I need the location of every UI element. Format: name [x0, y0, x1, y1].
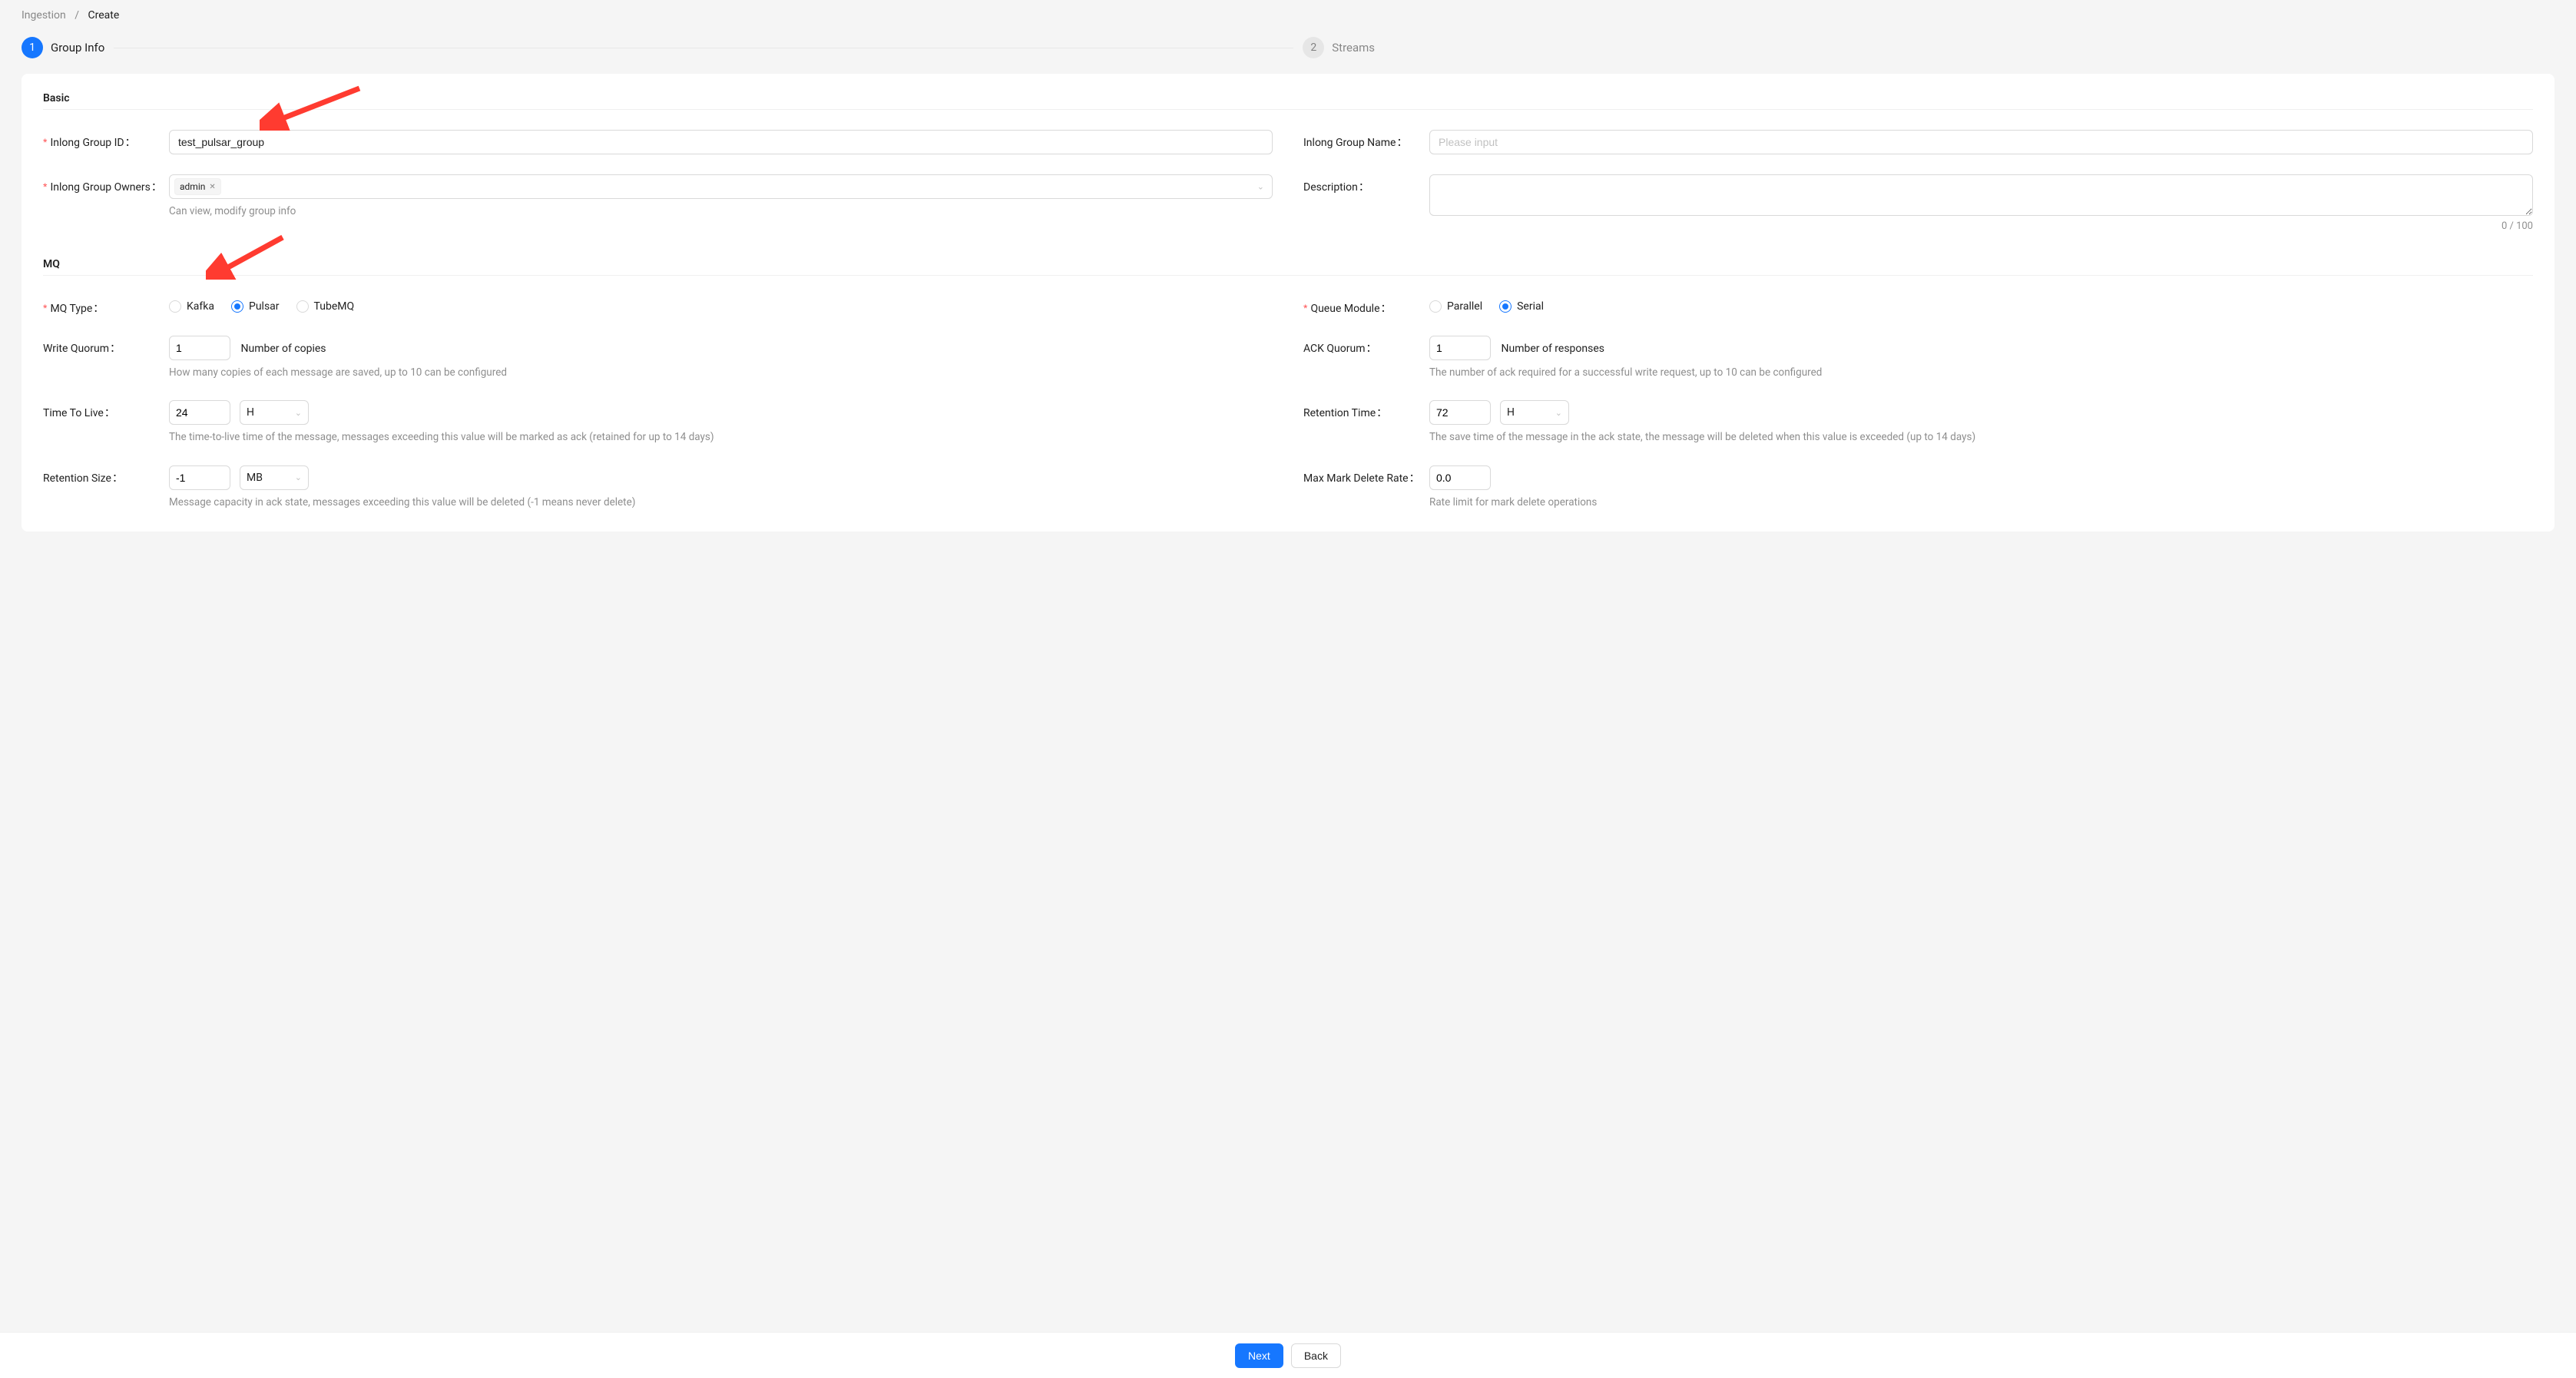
label-mq-type: MQ Type: [50, 303, 104, 315]
next-button[interactable]: Next: [1235, 1343, 1283, 1368]
help-ack-quorum: The number of ack required for a success…: [1429, 365, 2533, 380]
chevron-down-icon: ⌄: [1257, 182, 1264, 192]
input-group-name[interactable]: [1429, 130, 2533, 154]
input-ttl[interactable]: [169, 400, 230, 425]
radio-pulsar[interactable]: Pulsar: [231, 300, 280, 313]
input-write-quorum[interactable]: [169, 336, 230, 360]
select-retention-time-unit[interactable]: H ⌄: [1500, 400, 1569, 425]
step-2-title: Streams: [1332, 41, 1375, 55]
radio-kafka[interactable]: Kafka: [169, 300, 214, 313]
label-retention-size: Retention Size: [43, 472, 123, 485]
step-1[interactable]: 1 Group Info: [22, 37, 104, 58]
field-owners: *Inlong Group Owners admin ✕ ⌄ Can view,…: [43, 174, 1273, 232]
select-retention-size-unit[interactable]: MB ⌄: [240, 465, 309, 490]
step-2[interactable]: 2 Streams: [1303, 37, 1375, 58]
owner-tag-admin: admin ✕: [174, 178, 221, 195]
label-max-mark-delete-rate: Max Mark Delete Rate: [1303, 472, 1420, 485]
description-char-count: 0 / 100: [1429, 220, 2533, 232]
field-queue-module: *Queue Module Parallel Serial: [1303, 296, 2533, 316]
label-group-id: Inlong Group ID: [50, 137, 135, 149]
input-ack-quorum[interactable]: [1429, 336, 1491, 360]
label-ack-quorum: ACK Quorum: [1303, 343, 1377, 355]
field-group-name: Inlong Group Name: [1303, 130, 2533, 154]
input-retention-size[interactable]: [169, 465, 230, 490]
input-retention-time[interactable]: [1429, 400, 1491, 425]
section-basic-title: Basic: [43, 92, 2533, 110]
label-description: Description: [1303, 181, 1369, 194]
label-write-quorum: Write Quorum: [43, 343, 121, 355]
label-ttl: Time To Live: [43, 407, 115, 419]
hint-write-quorum: Number of copies: [240, 343, 326, 355]
field-ttl: Time To Live H ⌄ The time-to-live time o…: [43, 400, 1273, 445]
breadcrumb-separator: /: [74, 9, 79, 22]
radio-group-queue-module: Parallel Serial: [1429, 296, 1544, 313]
back-button[interactable]: Back: [1291, 1343, 1341, 1368]
field-max-mark-delete-rate: Max Mark Delete Rate Rate limit for mark…: [1303, 465, 2533, 510]
radio-group-mq-type: Kafka Pulsar TubeMQ: [169, 296, 354, 313]
radio-tubemq[interactable]: TubeMQ: [296, 300, 355, 313]
radio-serial[interactable]: Serial: [1499, 300, 1544, 313]
help-ttl: The time-to-live time of the message, me…: [169, 429, 1273, 445]
chevron-down-icon: ⌄: [1555, 408, 1562, 418]
help-max-mark-delete-rate: Rate limit for mark delete operations: [1429, 495, 2533, 510]
label-group-name: Inlong Group Name: [1303, 137, 1407, 149]
field-retention-size: Retention Size MB ⌄ Message capacity in …: [43, 465, 1273, 510]
textarea-description[interactable]: [1429, 174, 2533, 216]
input-group-id[interactable]: [169, 130, 1273, 154]
help-owners: Can view, modify group info: [169, 204, 1273, 219]
field-ack-quorum: ACK Quorum Number of responses The numbe…: [1303, 336, 2533, 380]
label-retention-time: Retention Time: [1303, 407, 1387, 419]
step-1-title: Group Info: [51, 41, 104, 55]
field-write-quorum: Write Quorum Number of copies How many c…: [43, 336, 1273, 380]
step-1-icon: 1: [22, 37, 43, 58]
field-retention-time: Retention Time H ⌄ The save time of the …: [1303, 400, 2533, 445]
field-description: Description 0 / 100: [1303, 174, 2533, 232]
breadcrumb-current: Create: [88, 9, 120, 22]
close-icon[interactable]: ✕: [209, 183, 215, 191]
chevron-down-icon: ⌄: [295, 472, 302, 482]
label-queue-module: Queue Module: [1310, 303, 1391, 315]
section-mq-title: MQ: [43, 258, 2533, 276]
hint-ack-quorum: Number of responses: [1501, 343, 1604, 355]
radio-parallel[interactable]: Parallel: [1429, 300, 1482, 313]
label-owners: Inlong Group Owners: [50, 181, 161, 194]
help-retention-size: Message capacity in ack state, messages …: [169, 495, 1273, 510]
field-group-id: *Inlong Group ID: [43, 130, 1273, 154]
footer: Next Back: [0, 1332, 2576, 1378]
steps: 1 Group Info 2 Streams: [0, 31, 2576, 74]
form-card: Basic *Inlong Group ID Inlong Group Name…: [22, 74, 2554, 532]
help-retention-time: The save time of the message in the ack …: [1429, 429, 2533, 445]
chevron-down-icon: ⌄: [295, 408, 302, 418]
input-max-mark-delete-rate[interactable]: [1429, 465, 1491, 490]
help-write-quorum: How many copies of each message are save…: [169, 365, 1273, 380]
select-ttl-unit[interactable]: H ⌄: [240, 400, 309, 425]
select-owners[interactable]: admin ✕ ⌄: [169, 174, 1273, 199]
step-2-icon: 2: [1303, 37, 1324, 58]
field-mq-type: *MQ Type Kafka Pulsar TubeMQ: [43, 296, 1273, 316]
breadcrumb: Ingestion / Create: [0, 0, 2576, 31]
breadcrumb-root[interactable]: Ingestion: [22, 9, 66, 22]
